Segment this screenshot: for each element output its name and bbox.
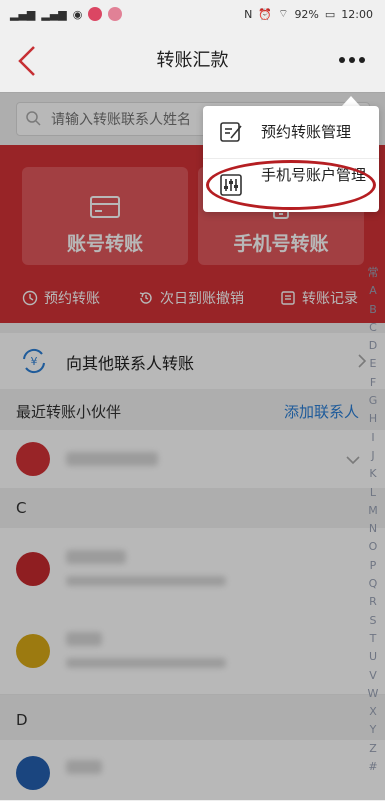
- dim-overlay-top: [0, 0, 385, 92]
- highlight-ellipse: [206, 160, 376, 210]
- edit-list-icon: [220, 122, 242, 142]
- menu-item-label: 预约转账管理: [261, 123, 352, 141]
- menu-item-scheduled-transfer-management[interactable]: 预约转账管理: [203, 106, 379, 158]
- popup-arrow: [342, 96, 360, 106]
